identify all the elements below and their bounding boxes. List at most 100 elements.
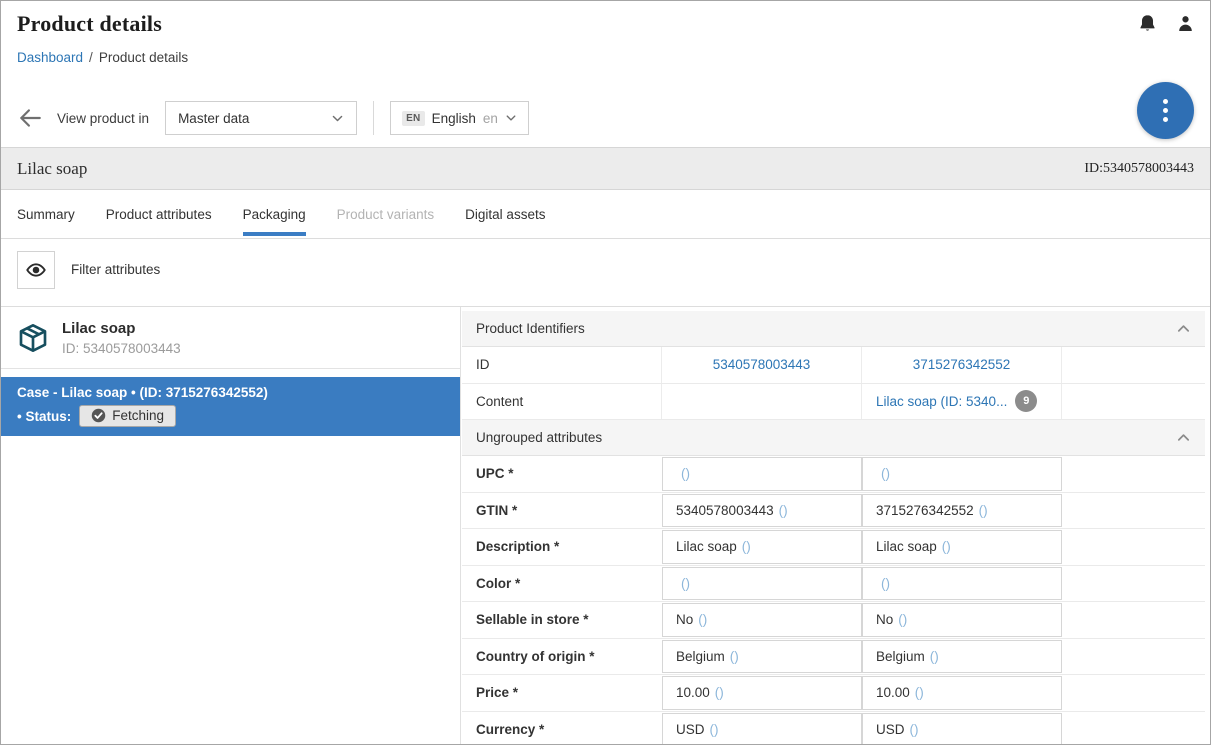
user-icon[interactable] [1175, 13, 1196, 34]
table-row-country: Country of origin * Belgium() Belgium() [462, 639, 1205, 676]
table-row-price: Price * 10.00() 10.00() [462, 675, 1205, 712]
content-link[interactable]: Lilac soap (ID: 5340... [876, 394, 1007, 409]
breadcrumb-separator: / [89, 50, 93, 65]
locale-suffix[interactable]: () [681, 576, 690, 591]
scope-dropdown-value: Master data [178, 111, 249, 126]
language-dropdown[interactable]: EN English en [390, 101, 529, 135]
content-area: Lilac soap ID: 5340578003443 Case - Lila… [1, 307, 1210, 745]
chevron-down-icon [505, 112, 517, 124]
locale-suffix[interactable]: () [715, 685, 724, 700]
table-row-color: Color * () () [462, 566, 1205, 603]
check-circle-icon [91, 408, 106, 423]
filter-attributes-label: Filter attributes [71, 262, 160, 277]
product-tree-panel: Lilac soap ID: 5340578003443 Case - Lila… [1, 307, 461, 745]
page-title: Product details [17, 11, 1194, 37]
product-id: ID:5340578003443 [1084, 161, 1194, 177]
product-details-page: Product details Dashboard/Product detail… [0, 0, 1211, 745]
value-cell[interactable]: () [862, 567, 1062, 601]
locale-suffix[interactable]: () [730, 649, 739, 664]
toolbar: View product in Master data EN English e… [1, 89, 1210, 147]
section-product-identifiers[interactable]: Product Identifiers [462, 311, 1205, 347]
breadcrumb-dashboard-link[interactable]: Dashboard [17, 50, 83, 65]
value-cell[interactable]: Belgium() [862, 640, 1062, 674]
chevron-down-icon [331, 112, 344, 125]
tab-digital-assets[interactable]: Digital assets [465, 190, 545, 238]
table-row-content: Content Lilac soap (ID: 5340... 9 [462, 384, 1205, 421]
toolbar-divider [373, 101, 374, 135]
locale-suffix[interactable]: () [915, 685, 924, 700]
product-title-bar: Lilac soap ID:5340578003443 [1, 147, 1210, 190]
section-title: Ungrouped attributes [476, 430, 602, 445]
locale-suffix[interactable]: () [942, 539, 951, 554]
actions-fab-button[interactable] [1137, 82, 1194, 139]
id-link-1[interactable]: 5340578003443 [713, 357, 811, 372]
id-link-2[interactable]: 3715276342552 [913, 357, 1011, 372]
locale-suffix[interactable]: () [698, 612, 707, 627]
value-cell[interactable]: 10.00() [662, 676, 862, 710]
locale-suffix[interactable]: () [742, 539, 751, 554]
chevron-up-icon[interactable] [1176, 321, 1191, 336]
attribute-table: Product Identifiers ID 5340578003443 371… [461, 307, 1210, 745]
page-header: Product details Dashboard/Product detail… [1, 1, 1210, 89]
filter-row: Filter attributes [1, 239, 1210, 307]
value-cell[interactable]: 3715276342552() [862, 494, 1062, 528]
locale-suffix[interactable]: () [779, 503, 788, 518]
value-cell[interactable]: Belgium() [662, 640, 862, 674]
eye-icon [25, 259, 47, 281]
value-cell[interactable]: No() [662, 603, 862, 637]
locale-suffix[interactable]: () [881, 466, 890, 481]
tree-variant-selected[interactable]: Case - Lilac soap • (ID: 3715276342552) … [1, 377, 460, 436]
table-row-description: Description * Lilac soap() Lilac soap() [462, 529, 1205, 566]
tab-packaging[interactable]: Packaging [243, 190, 306, 238]
back-arrow-icon[interactable] [17, 105, 43, 131]
header-icons [1137, 13, 1196, 34]
language-name: English [432, 111, 476, 126]
value-cell[interactable]: USD() [862, 713, 1062, 745]
content-count-badge[interactable]: 9 [1015, 390, 1037, 412]
value-cell[interactable]: () [662, 457, 862, 491]
locale-suffix[interactable]: () [930, 649, 939, 664]
status-badge-label: Fetching [112, 408, 164, 423]
row-label: Content [462, 384, 662, 420]
table-row-id: ID 5340578003443 3715276342552 [462, 347, 1205, 384]
locale-suffix[interactable]: () [710, 722, 719, 737]
value-cell[interactable]: () [662, 567, 862, 601]
locale-suffix[interactable]: () [910, 722, 919, 737]
filter-attributes-button[interactable] [17, 251, 55, 289]
scope-dropdown[interactable]: Master data [165, 101, 357, 135]
value-cell[interactable]: () [862, 457, 1062, 491]
product-name: Lilac soap [17, 159, 87, 179]
language-badge: EN [402, 111, 425, 126]
bell-icon[interactable] [1137, 13, 1158, 34]
variant-title: Case - Lilac soap • (ID: 3715276342552) [17, 385, 444, 400]
locale-suffix[interactable]: () [881, 576, 890, 591]
tab-bar: Summary Product attributes Packaging Pro… [1, 190, 1210, 239]
value-cell[interactable]: Lilac soap() [862, 530, 1062, 564]
chevron-up-icon[interactable] [1176, 430, 1191, 445]
tab-summary[interactable]: Summary [17, 190, 75, 238]
table-row-upc: UPC * () () [462, 456, 1205, 493]
status-badge[interactable]: Fetching [79, 405, 176, 427]
section-ungrouped-attributes[interactable]: Ungrouped attributes [462, 420, 1205, 456]
value-cell[interactable]: 5340578003443() [662, 494, 862, 528]
value-cell[interactable]: USD() [662, 713, 862, 745]
tab-product-variants: Product variants [337, 190, 435, 238]
vertical-ellipsis-icon [1163, 99, 1168, 122]
value-cell[interactable]: 10.00() [862, 676, 1062, 710]
value-cell[interactable]: No() [862, 603, 1062, 637]
locale-suffix[interactable]: () [681, 466, 690, 481]
breadcrumb: Dashboard/Product details [17, 50, 1194, 65]
tab-product-attributes[interactable]: Product attributes [106, 190, 212, 238]
row-label: ID [462, 347, 662, 383]
locale-suffix[interactable]: () [979, 503, 988, 518]
cube-icon [17, 322, 49, 354]
locale-suffix[interactable]: () [898, 612, 907, 627]
section-title: Product Identifiers [476, 321, 585, 336]
tree-product-node[interactable]: Lilac soap ID: 5340578003443 [1, 307, 460, 369]
language-code: en [483, 111, 498, 126]
table-row-sellable: Sellable in store * No() No() [462, 602, 1205, 639]
tree-product-name: Lilac soap [62, 320, 181, 337]
variant-status-label: • Status: [17, 409, 71, 424]
tree-product-id: ID: 5340578003443 [62, 341, 181, 356]
value-cell[interactable]: Lilac soap() [662, 530, 862, 564]
